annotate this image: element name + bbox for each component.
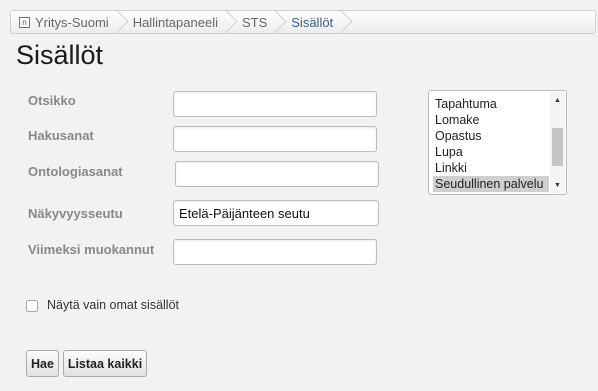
- scrollbar-thumb[interactable]: [552, 128, 563, 166]
- visibility-region-input[interactable]: [173, 200, 379, 226]
- title-input[interactable]: [173, 91, 377, 117]
- breadcrumb-item-sts[interactable]: STS: [228, 11, 277, 33]
- scroll-down-arrow-icon[interactable]: ▼: [550, 178, 565, 192]
- title-label: Otsikko: [28, 93, 76, 108]
- page-title: Sisällöt: [16, 40, 104, 70]
- list-item[interactable]: Opastus: [433, 128, 549, 144]
- keywords-input[interactable]: [173, 126, 377, 152]
- breadcrumb-item-dashboard[interactable]: Hallintapaneeli: [119, 11, 228, 33]
- list-item[interactable]: Lupa: [433, 144, 549, 160]
- content-type-listbox[interactable]: Tapahtuma Lomake Opastus Lupa Linkki Seu…: [428, 90, 567, 195]
- breadcrumb: n Yritys-Suomi Hallintapaneeli STS Sisäl…: [10, 10, 596, 34]
- breadcrumb-label: STS: [241, 14, 268, 30]
- breadcrumb-label: Yritys-Suomi: [35, 14, 109, 30]
- listbox-options: Tapahtuma Lomake Opastus Lupa Linkki Seu…: [433, 96, 549, 192]
- own-content-only-checkbox[interactable]: [26, 300, 38, 312]
- listbox-scrollbar[interactable]: ▲ ▼: [550, 92, 565, 193]
- list-item[interactable]: Lomake: [433, 112, 549, 128]
- last-modified-label: Viimeksi muokannut: [28, 242, 155, 257]
- scroll-up-arrow-icon[interactable]: ▲: [550, 93, 565, 107]
- visibility-region-label: Näkyvyysseutu: [28, 206, 123, 221]
- breadcrumb-item-home[interactable]: n Yritys-Suomi: [11, 11, 119, 33]
- ontology-words-input[interactable]: [175, 161, 379, 187]
- ontology-words-label: Ontologiasanat: [28, 164, 123, 179]
- home-icon: n: [19, 16, 30, 28]
- list-item-selected[interactable]: Seudullinen palvelu: [433, 176, 549, 192]
- breadcrumb-item-current[interactable]: Sisällöt: [277, 11, 343, 33]
- keywords-label: Hakusanat: [28, 128, 94, 143]
- list-all-button[interactable]: Listaa kaikki: [63, 350, 147, 377]
- last-modified-input[interactable]: [173, 239, 377, 265]
- breadcrumb-label: Sisällöt: [291, 14, 334, 30]
- own-content-only-label[interactable]: Näytä vain omat sisällöt: [47, 298, 179, 312]
- list-item[interactable]: Linkki: [433, 160, 549, 176]
- search-button[interactable]: Hae: [26, 350, 59, 377]
- breadcrumb-label: Hallintapaneeli: [132, 14, 218, 30]
- list-item[interactable]: Tapahtuma: [433, 96, 549, 112]
